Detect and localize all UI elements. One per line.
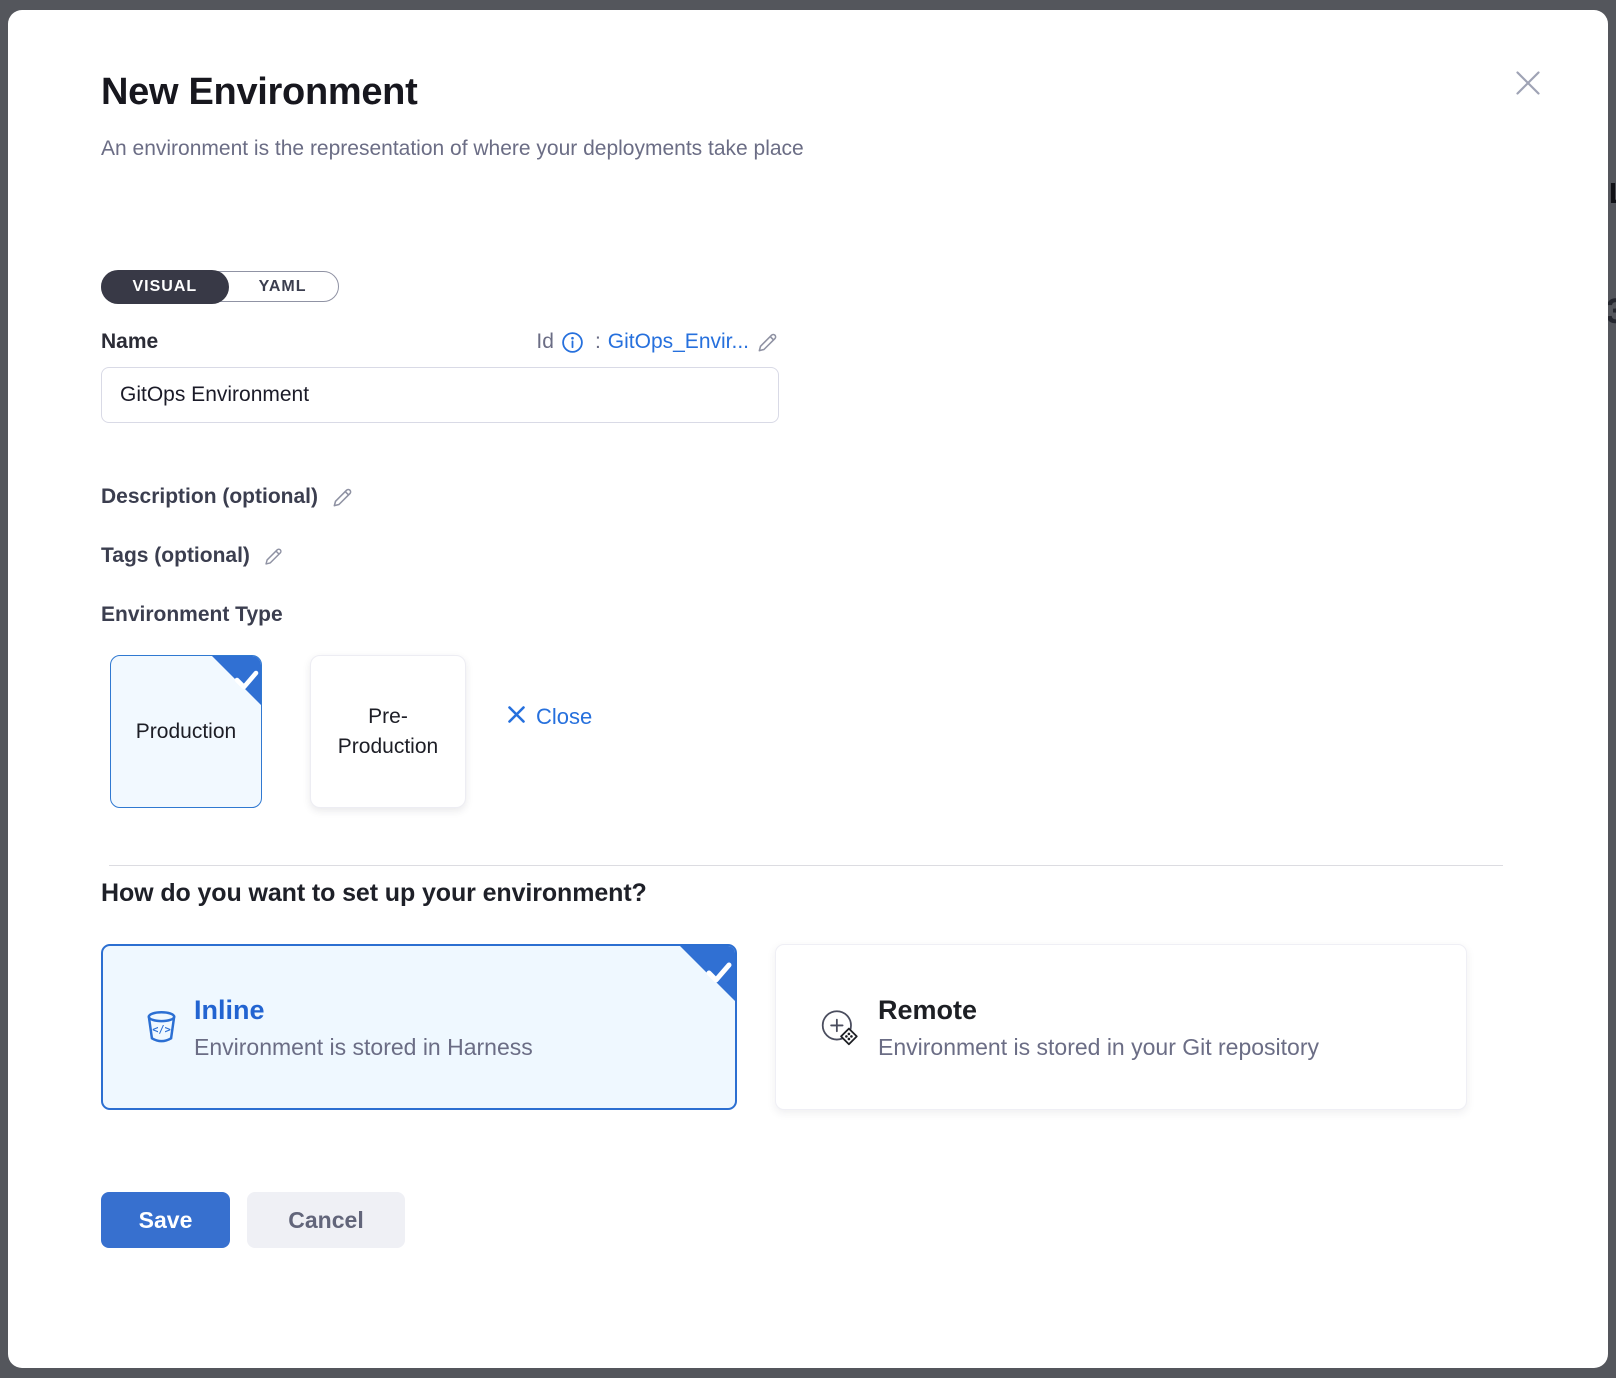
close-icon [1513,68,1543,101]
name-input[interactable] [101,367,779,423]
edit-tags-icon[interactable] [263,546,284,567]
new-environment-dialog: New Environment An environment is the re… [8,10,1608,1368]
save-button[interactable]: Save [101,1192,230,1248]
cancel-button[interactable]: Cancel [247,1192,405,1248]
section-divider [109,865,1503,866]
setup-options: </> Inline Environment is stored in Harn… [101,944,1608,1110]
setup-card-description: Environment is stored in Harness [194,1034,533,1061]
modal-backdrop: L 3 New Environment An environment is th… [0,0,1616,1378]
dialog-title: New Environment [101,68,1608,117]
env-card-label: Pre-Production [327,702,449,762]
tab-visual[interactable]: VISUAL [101,270,230,304]
env-type-preproduction-card[interactable]: Pre-Production [310,655,466,808]
description-label: Description (optional) [101,485,318,509]
info-icon[interactable] [561,331,584,354]
environment-id-row: Id : GitOps_Envir... [536,330,779,354]
setup-card-description: Environment is stored in your Git reposi… [878,1034,1319,1061]
tab-yaml[interactable]: YAML [228,271,338,302]
setup-card-texts: Inline Environment is stored in Harness [194,993,533,1061]
tags-label: Tags (optional) [101,544,250,568]
background-page-fragment: L [1609,178,1616,211]
environment-type-options: Production Pre-Production Close [110,655,1608,808]
edit-id-icon[interactable] [756,331,779,354]
environment-type-label: Environment Type [101,603,1608,627]
close-link-label: Close [536,704,592,730]
inline-storage-icon: </> [145,1010,178,1045]
svg-text:</>: </> [152,1024,171,1036]
selected-check-icon [211,655,263,712]
id-separator: : [595,330,601,354]
visual-yaml-toggle: VISUAL YAML [101,271,339,302]
close-button[interactable] [1510,66,1546,102]
dialog-subtitle: An environment is the representation of … [101,135,1608,163]
setup-remote-card[interactable]: Remote Environment is stored in your Git… [775,944,1467,1110]
setup-inline-card[interactable]: </> Inline Environment is stored in Harn… [101,944,737,1110]
close-link[interactable]: Close [507,704,592,730]
name-field-header: Name Id : GitOps_Envir... [101,330,779,354]
env-card-label: Production [136,717,236,747]
setup-card-title: Inline [194,993,533,1027]
setup-card-title: Remote [878,993,1319,1027]
setup-card-texts: Remote Environment is stored in your Git… [878,993,1319,1061]
id-label: Id [536,330,554,354]
remote-git-icon [818,1005,862,1049]
environment-id-link[interactable]: GitOps_Envir... [608,330,749,354]
env-type-production-card[interactable]: Production [110,655,262,808]
edit-description-icon[interactable] [331,486,354,509]
description-field-row: Description (optional) [101,485,1608,509]
tags-field-row: Tags (optional) [101,544,1608,568]
setup-heading: How do you want to set up your environme… [101,879,1608,908]
name-label: Name [101,330,158,354]
selected-check-icon [679,945,737,1008]
close-x-icon [507,705,526,729]
dialog-actions: Save Cancel [101,1192,1608,1248]
